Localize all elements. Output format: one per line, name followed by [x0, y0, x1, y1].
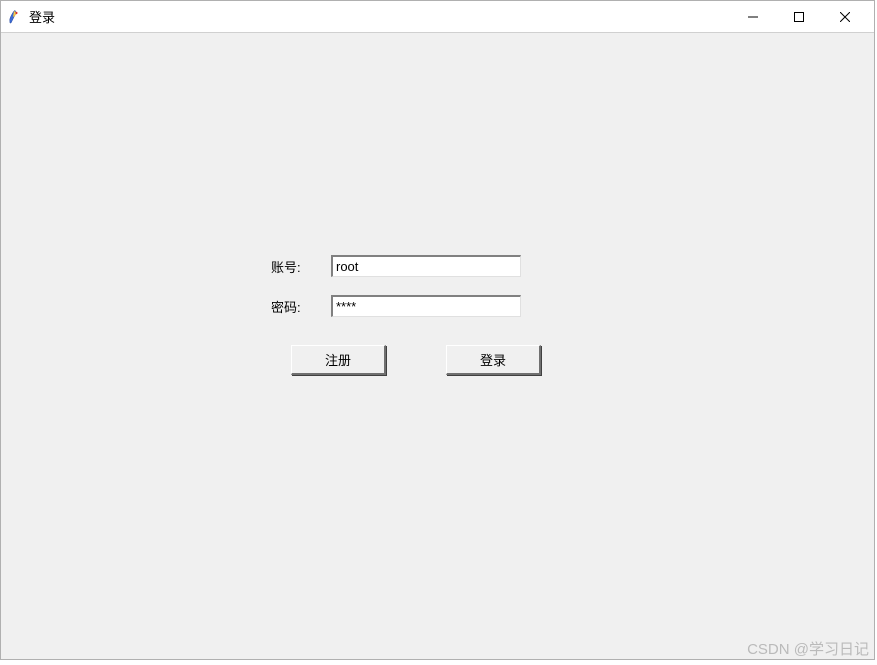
login-button[interactable]: 登录: [446, 345, 541, 375]
button-row: 注册 登录: [291, 345, 541, 375]
password-row: 密码:: [271, 295, 521, 317]
account-label: 账号:: [271, 257, 331, 276]
window-controls: [730, 2, 868, 32]
account-row: 账号:: [271, 255, 521, 277]
titlebar: 登录: [1, 1, 874, 33]
account-input[interactable]: [331, 255, 521, 277]
close-button[interactable]: [822, 2, 868, 32]
maximize-button[interactable]: [776, 2, 822, 32]
app-window: 登录 账号: 密码: 注册 登录: [0, 0, 875, 660]
minimize-button[interactable]: [730, 2, 776, 32]
password-input[interactable]: [331, 295, 521, 317]
window-title: 登录: [29, 7, 730, 26]
app-icon: [7, 9, 23, 25]
client-area: 账号: 密码: 注册 登录: [1, 33, 874, 659]
password-label: 密码:: [271, 297, 331, 316]
register-button[interactable]: 注册: [291, 345, 386, 375]
